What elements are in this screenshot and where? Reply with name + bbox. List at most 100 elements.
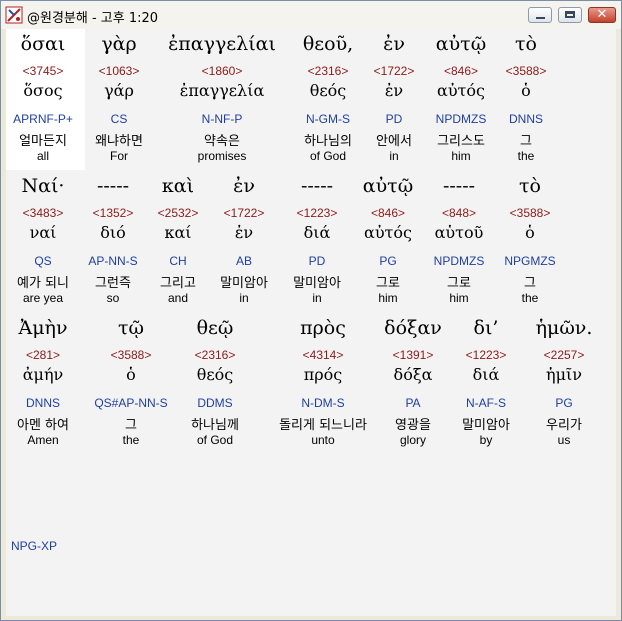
- parse-code: QS#AP-NN-S: [94, 396, 168, 410]
- korean-gloss: 그로: [447, 276, 471, 291]
- strongs-number: <1223>: [296, 206, 338, 220]
- greek-word[interactable]: αὐτῷ: [363, 175, 413, 197]
- lemma: θεός: [309, 81, 347, 100]
- lemma: ἐν: [234, 223, 254, 242]
- parse-code: PD: [385, 112, 403, 126]
- parse-code: N-AF-S: [466, 396, 506, 410]
- strongs-number: <1722>: [373, 64, 415, 78]
- lemma: ὅσος: [23, 81, 63, 100]
- korean-gloss: 우리가: [546, 418, 582, 433]
- parse-code: CH: [169, 254, 187, 268]
- parse-code: N-NF-P: [201, 112, 243, 126]
- english-gloss: in: [239, 291, 249, 305]
- strongs-number: <1722>: [223, 206, 265, 220]
- korean-gloss: 왜냐하면: [95, 134, 143, 149]
- parse-code: DNNS: [25, 396, 61, 410]
- parse-code: AP-NN-S: [88, 254, 138, 268]
- korean-gloss: 그리스도: [437, 134, 485, 149]
- maximize-icon: [565, 11, 575, 18]
- greek-word[interactable]: θεῷ: [197, 317, 234, 339]
- strongs-number: <3483>: [22, 206, 64, 220]
- greek-word[interactable]: ὅσαι: [21, 33, 66, 55]
- greek-word[interactable]: -----: [97, 175, 129, 197]
- english-gloss: him: [378, 291, 398, 305]
- greek-word[interactable]: πρὸς: [300, 317, 346, 339]
- parse-code: NPDMZS: [433, 254, 485, 268]
- strongs-number: <846>: [443, 64, 479, 78]
- strongs-number: <4314>: [302, 348, 344, 362]
- minimize-button[interactable]: [528, 7, 552, 23]
- title-bar[interactable]: @원경분해 - 고후 1:20 ✕: [1, 1, 621, 29]
- greek-word[interactable]: ἐν: [383, 33, 405, 55]
- parse-code: PG: [555, 396, 573, 410]
- greek-word[interactable]: τὸ: [515, 33, 537, 55]
- greek-word[interactable]: -----: [301, 175, 333, 197]
- lemma: αὐτός: [437, 81, 485, 100]
- greek-word[interactable]: καὶ: [162, 175, 194, 197]
- english-gloss: in: [389, 149, 399, 163]
- english-gloss: by: [479, 433, 493, 447]
- lemma: γάρ: [104, 81, 134, 100]
- english-gloss: promises: [197, 149, 247, 163]
- parse-code: N-DM-S: [301, 396, 345, 410]
- strongs-number: <1860>: [201, 64, 243, 78]
- english-gloss: glory: [399, 433, 427, 447]
- lemma: πρός: [303, 365, 343, 384]
- strongs-number: <848>: [441, 206, 477, 220]
- english-gloss: him: [449, 291, 469, 305]
- strongs-number: <3588>: [505, 64, 547, 78]
- english-gloss: Amen: [27, 433, 59, 447]
- greek-word[interactable]: δι’: [474, 317, 499, 339]
- strongs-number: <2532>: [157, 206, 199, 220]
- korean-gloss: 예가 되니: [17, 276, 69, 291]
- close-button[interactable]: ✕: [588, 7, 616, 23]
- english-gloss: are yea: [22, 291, 64, 305]
- strongs-number: <846>: [370, 206, 406, 220]
- lemma: διό: [100, 223, 126, 242]
- greek-word[interactable]: -----: [443, 175, 475, 197]
- lemma: καί: [164, 223, 192, 242]
- korean-gloss: 그: [520, 134, 532, 149]
- app-logo-icon: [5, 6, 23, 24]
- greek-word[interactable]: ἐπαγγελίαι: [168, 33, 276, 55]
- greek-word[interactable]: δόξαν: [384, 317, 442, 339]
- english-gloss: so: [106, 291, 120, 305]
- lemma: αὑτοῦ: [434, 223, 484, 242]
- lemma: διά: [472, 365, 500, 384]
- korean-gloss: 그로: [376, 276, 400, 291]
- lemma: ὁ: [521, 81, 531, 100]
- strongs-number: <1391>: [392, 348, 434, 362]
- korean-gloss: 돌리게 되느니라: [279, 418, 367, 433]
- parse-code: PA: [405, 396, 421, 410]
- greek-word[interactable]: γὰρ: [101, 33, 136, 55]
- greek-word[interactable]: Ναί·: [22, 175, 65, 197]
- strongs-number: <3588>: [110, 348, 152, 362]
- close-icon: ✕: [596, 7, 608, 22]
- korean-gloss: 말미암아: [462, 418, 510, 433]
- greek-word[interactable]: ἐν: [233, 175, 255, 197]
- english-gloss: and: [167, 291, 189, 305]
- lemma: ἡμῖν: [546, 365, 582, 384]
- english-gloss: him: [451, 149, 471, 163]
- korean-gloss: 말미암아: [220, 276, 268, 291]
- korean-gloss: 그런즉: [95, 276, 131, 291]
- greek-word[interactable]: τῷ: [118, 317, 144, 339]
- parse-code: AB: [235, 254, 253, 268]
- interlinear-pane: NPG-XP ὅσαι <3745> ὅσος APRNF-P+ 얼마든지 all γὰρ <…: [6, 29, 616, 616]
- strongs-number: <1063>: [98, 64, 140, 78]
- korean-gloss: 하나님께: [191, 418, 239, 433]
- minimize-icon: [536, 17, 545, 19]
- greek-word[interactable]: αὐτῷ: [436, 33, 486, 55]
- korean-gloss: 아멘 하여: [17, 418, 69, 433]
- strongs-number: <1352>: [92, 206, 134, 220]
- greek-word[interactable]: Ἀμὴν: [18, 317, 67, 339]
- english-gloss: the: [517, 149, 535, 163]
- greek-word[interactable]: τὸ: [519, 175, 541, 197]
- greek-word[interactable]: θεοῦ,: [303, 33, 353, 55]
- lemma: ἐν: [384, 81, 404, 100]
- app-window: @원경분해 - 고후 1:20 ✕ NPG-XP ὅσαι <3745> ὅσος A…: [0, 0, 622, 621]
- maximize-button[interactable]: [558, 7, 582, 23]
- greek-word[interactable]: ἡμῶν.: [536, 317, 593, 339]
- parse-code: NPDMZS: [435, 112, 487, 126]
- strongs-number: <3588>: [509, 206, 551, 220]
